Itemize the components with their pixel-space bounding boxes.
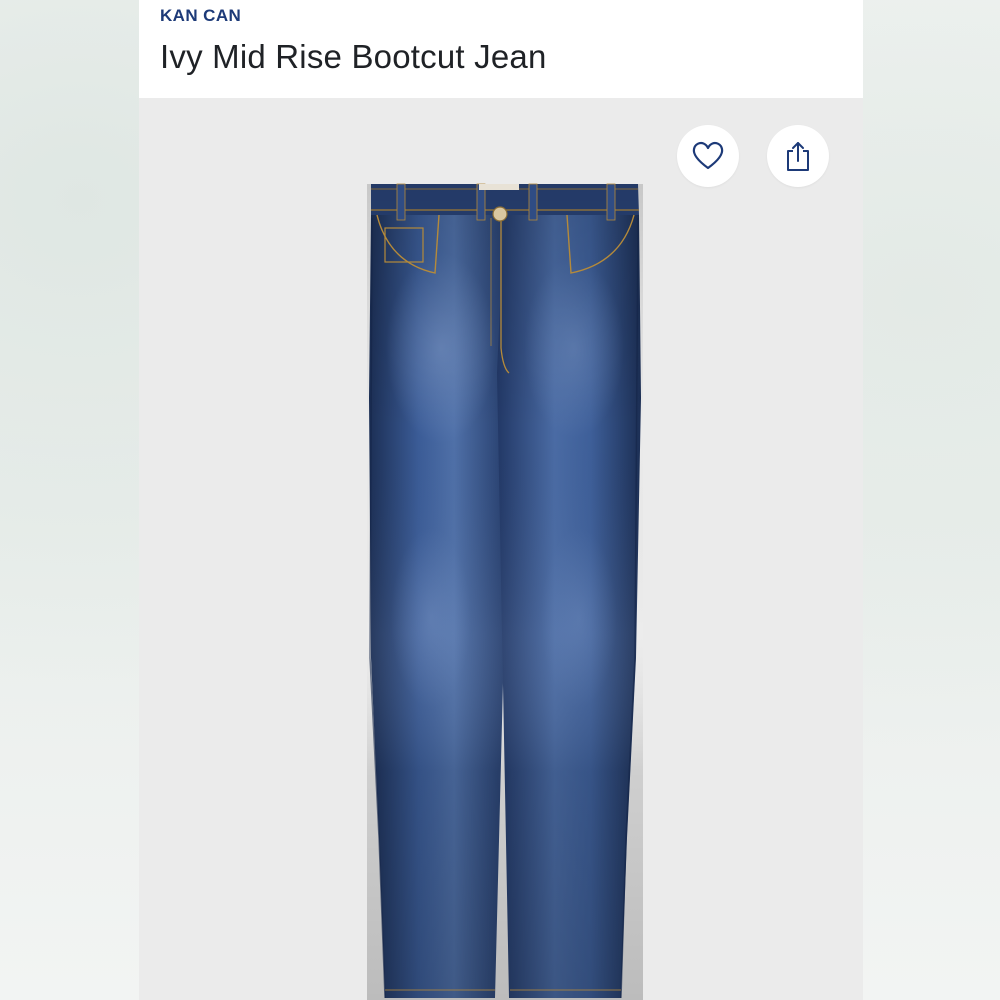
product-image (367, 183, 643, 1000)
heart-icon (692, 141, 724, 170)
product-header: KAN CAN Ivy Mid Rise Bootcut Jean (139, 0, 863, 98)
product-card: KAN CAN Ivy Mid Rise Bootcut Jean (139, 0, 863, 1000)
product-image-area[interactable] (139, 98, 863, 1000)
product-title: Ivy Mid Rise Bootcut Jean (160, 38, 547, 75)
share-icon (787, 142, 809, 171)
share-button[interactable] (767, 125, 829, 187)
waist-button (492, 206, 508, 222)
favorite-button[interactable] (677, 125, 739, 187)
brand-name[interactable]: KAN CAN (160, 6, 241, 26)
